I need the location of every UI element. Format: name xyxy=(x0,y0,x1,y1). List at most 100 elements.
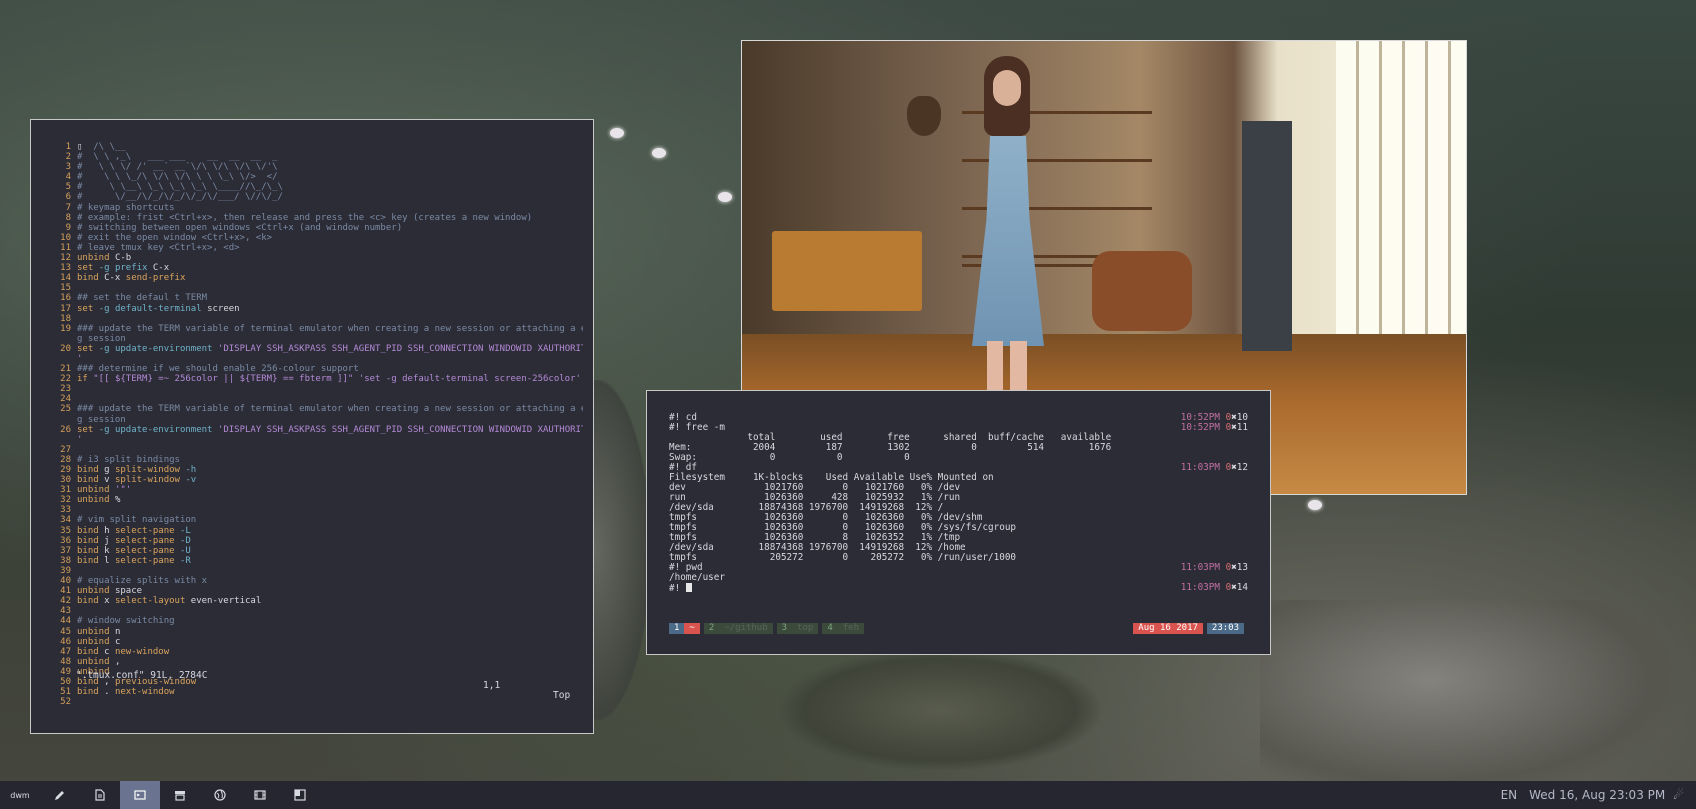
vim-token: ### determine if we should enable 256-co… xyxy=(77,364,359,375)
vim-token: c xyxy=(114,636,121,647)
vim-line: 1 ▯ /\ \__ xyxy=(53,142,583,152)
terminal-window[interactable]: #! cd 10:52PM 0✖10 #! free -m 10:52PM 0✖11 … xyxy=(646,390,1271,655)
document-icon[interactable] xyxy=(80,781,120,809)
vim-line-number: 29 xyxy=(60,465,71,475)
vim-token: set xyxy=(77,343,99,354)
background-moss xyxy=(780,650,1100,770)
vim-token: h xyxy=(104,525,115,536)
vim-token: c xyxy=(104,646,115,657)
vim-line: 15 xyxy=(53,283,583,293)
vim-token: if xyxy=(77,374,94,385)
tmux-window-number[interactable]: 4 xyxy=(822,623,838,634)
globe-icon[interactable] xyxy=(200,781,240,809)
photo-window-light xyxy=(1336,41,1466,371)
vim-token: 'DISPLAY SSH_ASKPASS SSH_AGENT_PID SSH_C… xyxy=(217,343,583,354)
vim-token: n xyxy=(114,626,121,637)
vim-line: 30 bind v split-window -v xyxy=(53,475,583,485)
vim-line-number: 15 xyxy=(60,283,71,294)
vim-token: /\ \__ xyxy=(82,142,126,152)
vim-token: select-layout xyxy=(114,596,191,607)
vim-token: v xyxy=(104,475,115,486)
vim-line: 27 xyxy=(53,445,583,455)
tmux-window-number[interactable]: 3 xyxy=(776,623,793,634)
vim-token: unbind xyxy=(77,626,115,637)
vim-token: unbind xyxy=(77,586,115,597)
vim-line: 24 xyxy=(53,394,583,404)
tmux-window-number[interactable]: 2 xyxy=(703,623,720,634)
vim-line-number: 30 xyxy=(60,475,71,486)
terminal-icon[interactable] xyxy=(120,781,160,809)
vim-token: screen xyxy=(207,303,240,314)
background-flower xyxy=(1308,500,1322,510)
vim-line-number: 21 xyxy=(60,364,71,375)
vim-token: ### update the TERM variable of terminal… xyxy=(77,404,583,415)
film-icon[interactable] xyxy=(240,781,280,809)
vim-token: # leave tmux key <Ctrl+x>, <d> xyxy=(77,242,240,253)
vim-token: # i3 split bindings xyxy=(77,454,180,465)
vim-token: j xyxy=(104,535,115,546)
vim-editor-window[interactable]: 1 ▯ /\ \__ 2 # \ \ ,_\ ___ ___ __ __ __ _ 3 #… xyxy=(30,119,594,734)
vim-line-number: 35 xyxy=(60,525,71,536)
vim-line-number: 46 xyxy=(60,636,71,647)
vim-line-number: 1 xyxy=(65,142,71,152)
vim-scroll-position: Top xyxy=(553,689,571,701)
vim-line: 25 ### update the TERM variable of termin… xyxy=(53,404,583,414)
vim-token: # exit the open window <Ctrl+x>, <k> xyxy=(77,232,273,243)
status-icon[interactable]: ☄ xyxy=(1673,788,1684,802)
background-flower xyxy=(610,128,624,138)
vim-buffer[interactable]: 1 ▯ /\ \__ 2 # \ \ ,_\ ___ ___ __ __ __ _ 3 #… xyxy=(53,142,583,707)
vim-line: 47 bind c new-window xyxy=(53,647,583,657)
vim-line-number: 45 xyxy=(60,626,71,637)
pencil-icon[interactable] xyxy=(40,781,80,809)
vim-token: select-pane xyxy=(114,555,180,566)
vim-token: g xyxy=(104,465,115,475)
vim-token: -U xyxy=(179,545,191,556)
vim-line: 10 # exit the open window <Ctrl+x>, <k> xyxy=(53,233,583,243)
vim-line: 46 unbind c xyxy=(53,637,583,647)
clock[interactable]: Wed 16, Aug 23:03 PM xyxy=(1529,788,1665,802)
archive-icon[interactable] xyxy=(160,781,200,809)
vim-token: split-window xyxy=(114,465,186,475)
vim-line-number: 20 xyxy=(60,343,71,354)
vim-token: % xyxy=(114,495,121,506)
photo-deer-head xyxy=(907,96,941,136)
vim-line-number: 36 xyxy=(60,535,71,546)
vim-line: 33 xyxy=(53,505,583,515)
vim-line-number: 10 xyxy=(60,232,71,243)
vim-line: ' xyxy=(53,354,583,364)
vim-line-number: 33 xyxy=(60,505,71,516)
vim-line-number: 47 xyxy=(60,646,71,657)
vim-line: 36 bind j select-pane -D xyxy=(53,536,583,546)
vim-token: # example: frist <Ctrl+x>, then release … xyxy=(77,212,533,223)
vim-token: g session xyxy=(77,414,126,425)
vim-token: -h xyxy=(185,465,197,475)
vim-line: 16 ## set the defaul t TERM xyxy=(53,293,583,303)
vim-token: C-b xyxy=(114,253,132,264)
vim-line-number: 27 xyxy=(60,444,71,455)
vim-token: # \ \ ,_\ ___ ___ __ __ __ _ xyxy=(77,152,278,163)
terminal-timestamp: 10:52PM 0✖11 xyxy=(1180,422,1248,433)
keyboard-layout[interactable]: EN xyxy=(1501,788,1518,802)
vim-token: # window switching xyxy=(77,616,175,627)
tmux-window-name[interactable]: top xyxy=(792,623,819,634)
vim-line: ' xyxy=(53,435,583,445)
tmux-window-name[interactable]: ~/github xyxy=(719,623,773,634)
vim-token: send-prefix xyxy=(125,273,186,284)
vim-token: -D xyxy=(179,535,191,546)
vim-token: # vim split navigation xyxy=(77,515,197,526)
vim-line: 19 ### update the TERM variable of termin… xyxy=(53,324,583,334)
tmux-window-name[interactable]: feh xyxy=(837,623,864,634)
layout-icon[interactable] xyxy=(280,781,320,809)
vim-token: bind xyxy=(77,535,105,546)
dwm-logo[interactable]: dwm xyxy=(0,781,40,809)
tmux-window-name[interactable]: ~ xyxy=(684,623,700,634)
vim-token: ' xyxy=(77,434,83,445)
tmux-window-number[interactable]: 1 xyxy=(669,623,685,634)
vim-token: select-pane xyxy=(114,535,180,546)
vim-token: set xyxy=(77,424,99,435)
vim-token: C-x xyxy=(104,273,126,284)
vim-line: 7 # keymap shortcuts xyxy=(53,203,583,213)
vim-line: 31 unbind '"' xyxy=(53,485,583,495)
vim-line-number: 9 xyxy=(65,222,71,233)
vim-line: 39 xyxy=(53,566,583,576)
